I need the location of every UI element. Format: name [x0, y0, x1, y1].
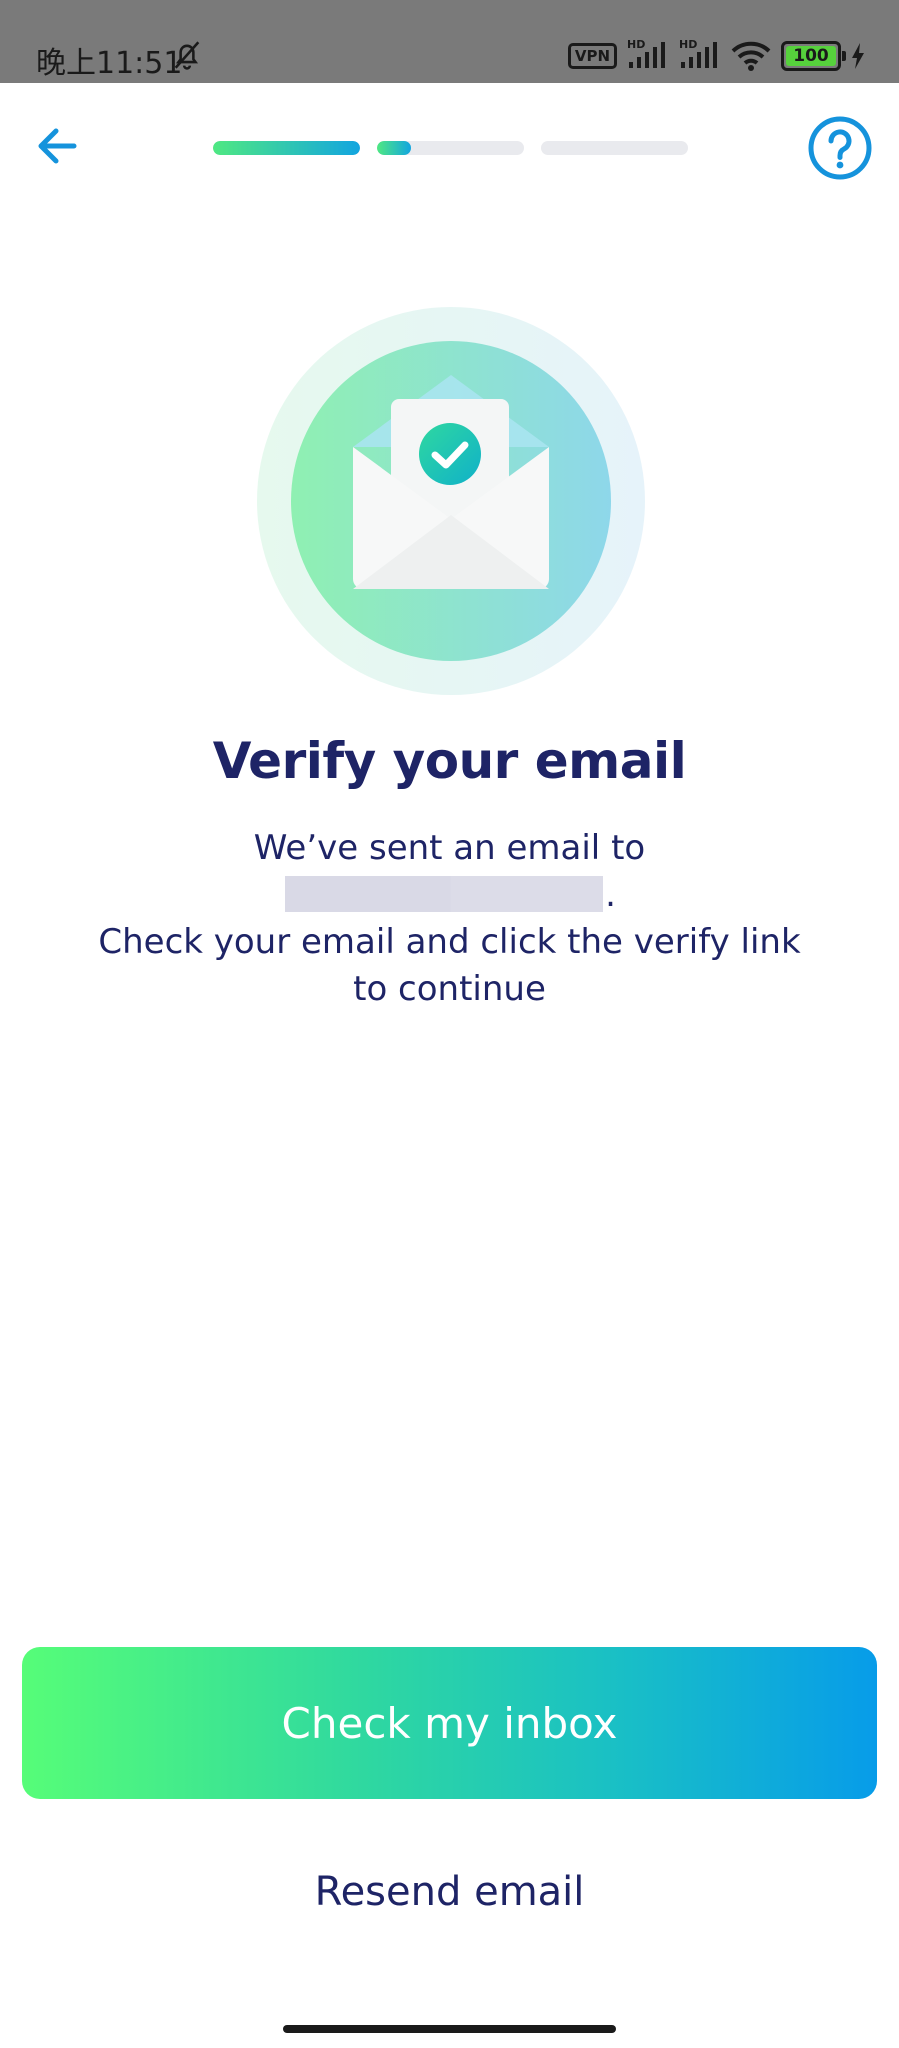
step-progress	[213, 141, 688, 155]
progress-step	[213, 141, 360, 155]
hd-label: HD	[627, 38, 646, 51]
status-bar: 晚上11:51 VPN HD HD 100	[0, 0, 899, 83]
progress-step	[377, 141, 524, 155]
signal-icon: HD	[627, 38, 669, 72]
signal-icon: HD	[679, 38, 721, 72]
redacted-email	[285, 876, 604, 912]
page-title: Verify your email	[212, 732, 687, 790]
status-indicators: VPN HD HD 100	[567, 38, 865, 74]
arrow-left-icon[interactable]	[30, 118, 86, 174]
resend-email-button[interactable]: Resend email	[250, 1855, 649, 1929]
question-circle-icon[interactable]	[806, 114, 874, 182]
home-indicator[interactable]	[283, 2025, 616, 2033]
verify-message: We’ve sent an email to . Check your emai…	[90, 825, 809, 1013]
hd-label: HD	[679, 38, 698, 51]
message-suffix: .	[605, 875, 616, 915]
message-line2: Check your email and click the verify li…	[98, 922, 801, 1009]
check-inbox-button[interactable]: Check my inbox	[22, 1647, 877, 1799]
message-prefix: We’ve sent an email to	[253, 828, 646, 868]
wifi-icon	[731, 41, 771, 71]
progress-step	[541, 141, 688, 155]
envelope-check-icon	[257, 307, 645, 695]
charging-icon	[852, 43, 864, 69]
battery-icon: 100	[781, 41, 846, 71]
status-time: 晚上11:51	[36, 46, 183, 81]
vpn-badge: VPN	[567, 43, 617, 69]
battery-level: 100	[793, 46, 829, 66]
bell-off-icon	[174, 41, 200, 70]
